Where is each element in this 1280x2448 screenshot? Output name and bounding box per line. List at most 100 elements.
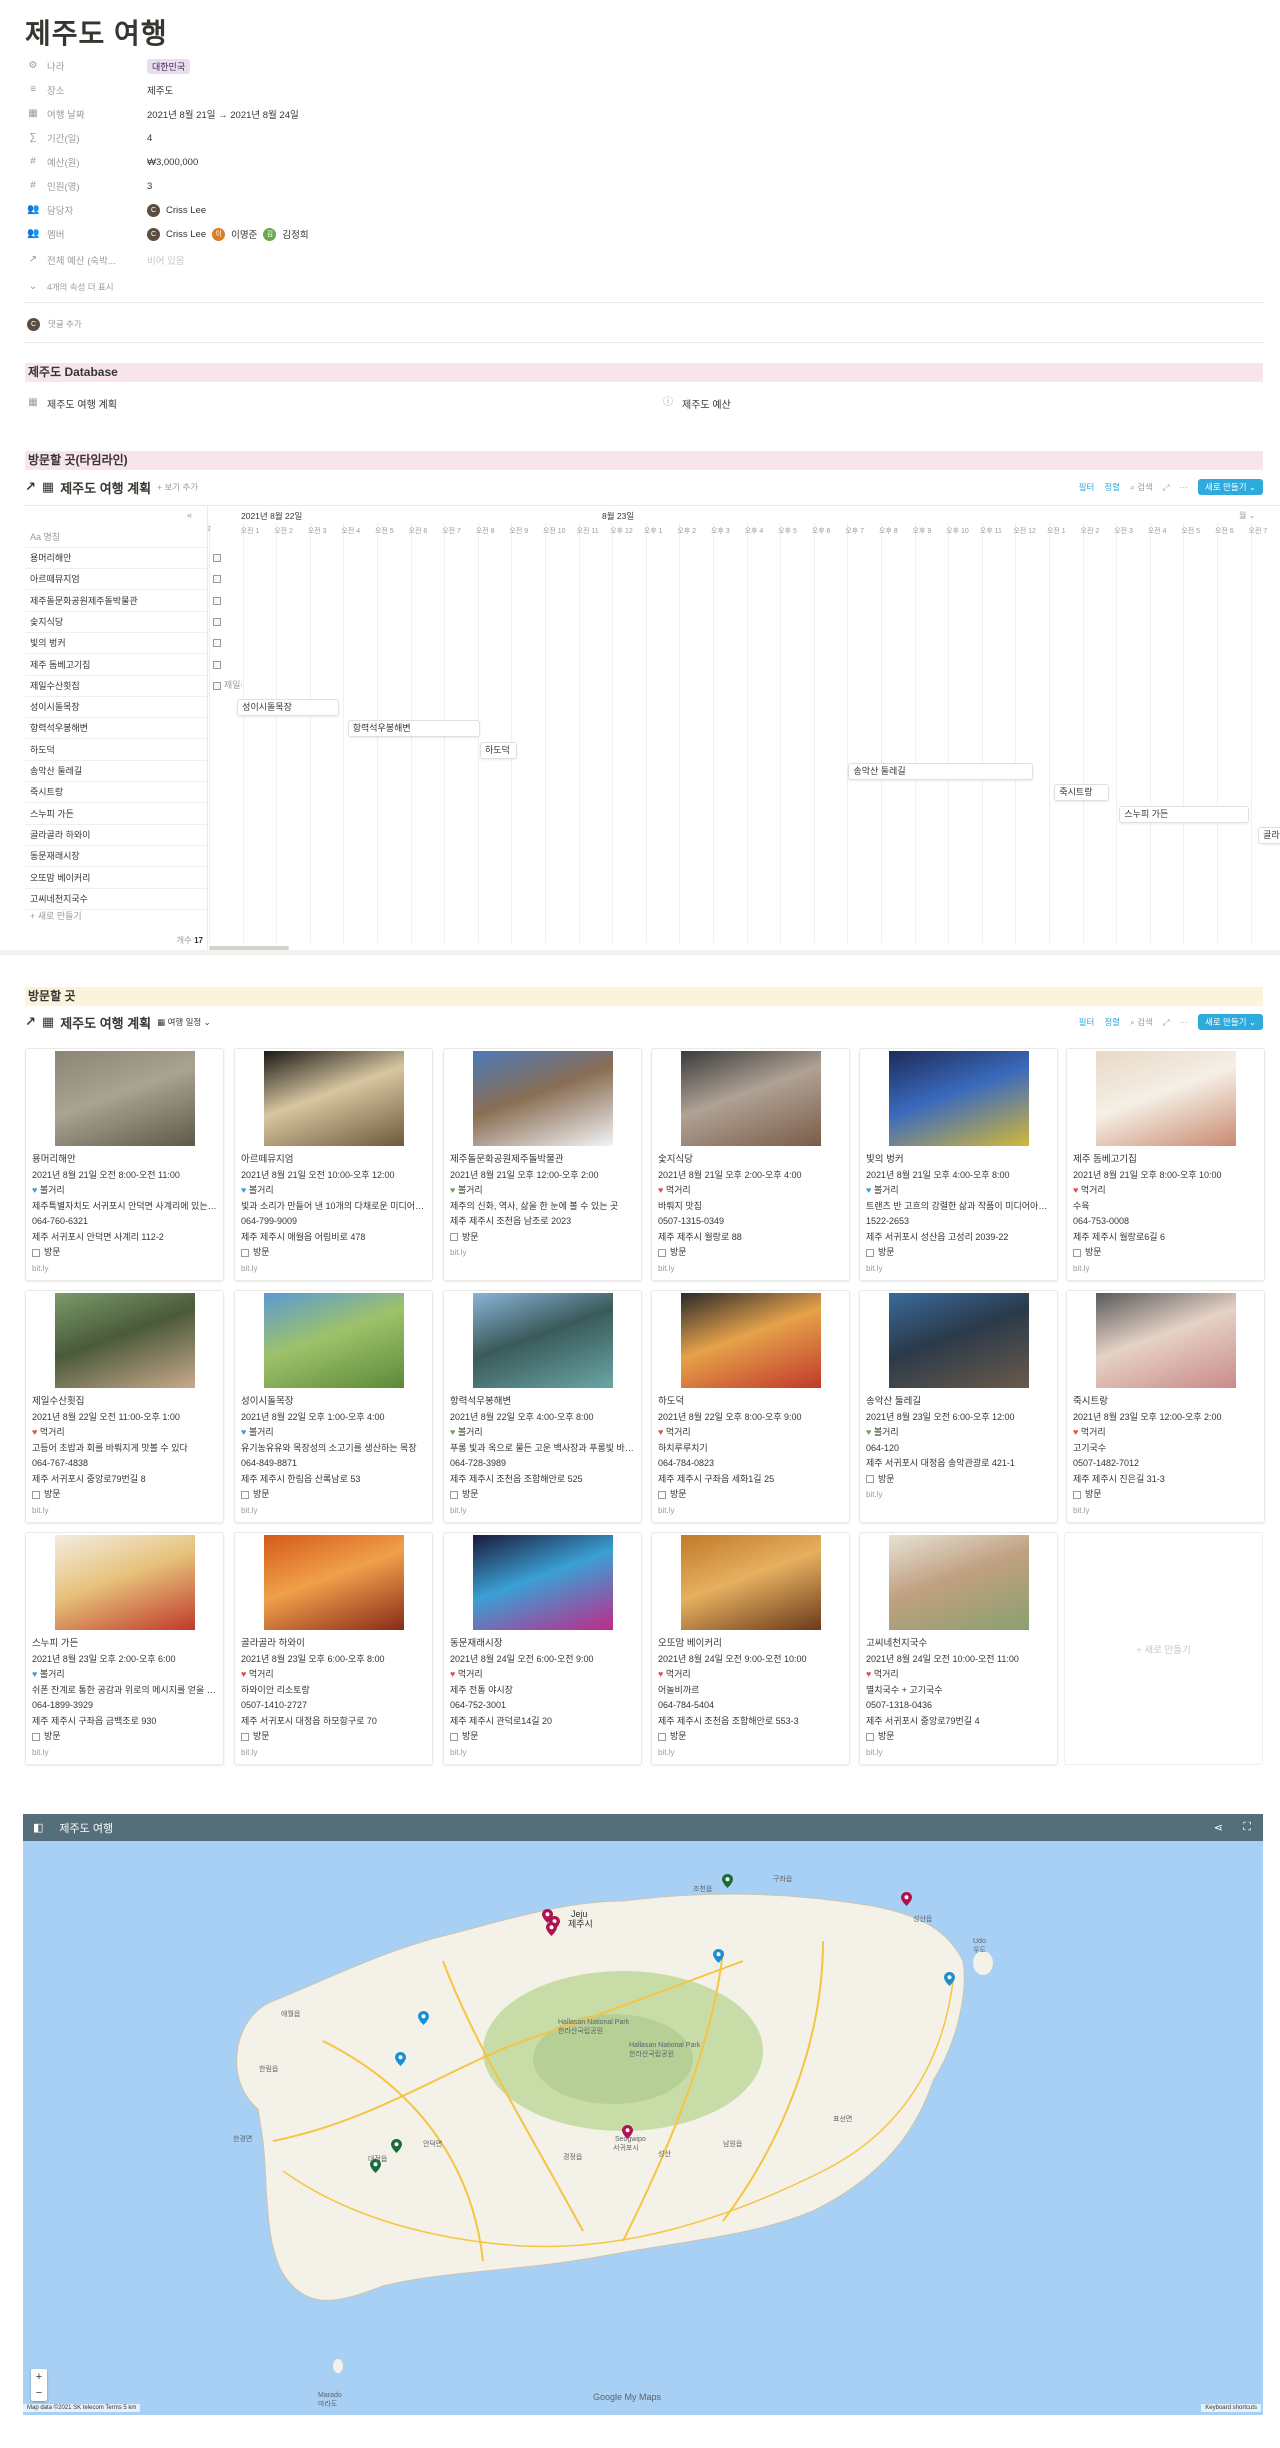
share-icon[interactable]: ⋖	[1214, 1821, 1223, 1834]
card-checkbox[interactable]: 방문	[32, 1487, 217, 1503]
timeline-row[interactable]: 제주 돔베고기집	[25, 655, 208, 676]
sort-button[interactable]: 정렬	[1104, 1016, 1120, 1028]
zoom-controls[interactable]: + −	[31, 2369, 47, 2401]
property-row[interactable]: # 인원(명) 3	[27, 176, 1257, 196]
card-checkbox[interactable]: 방문	[241, 1487, 426, 1503]
google-map-embed[interactable]: ◧ 제주도 여행 ⋖ ⛶ Jeju 제주시 Hallasan National Pa…	[23, 1814, 1263, 2415]
gallery-card[interactable]: 빛의 벙커 2021년 8월 21일 오후 4:00-오후 8:00 ♥ 볼거리 트랜…	[859, 1048, 1058, 1281]
timeline-row[interactable]: 고씨네천지국수	[25, 889, 208, 910]
card-link[interactable]: bit.ly	[450, 1745, 635, 1761]
open-row-icon[interactable]	[213, 639, 221, 648]
map-marker-icon[interactable]	[944, 1972, 955, 1986]
open-row-icon[interactable]	[213, 596, 221, 605]
card-checkbox[interactable]: 방문	[866, 1472, 1051, 1488]
checkbox-icon[interactable]	[241, 1490, 249, 1499]
map-marker-icon[interactable]	[418, 2011, 429, 2025]
card-checkbox[interactable]: 방문	[866, 1245, 1051, 1261]
timeline-bar[interactable]: 하도덕	[479, 741, 517, 759]
property-row[interactable]: ▦ 여행 날짜 2021년 8월 21일 → 2021년 8월 24일	[27, 104, 1257, 124]
card-checkbox[interactable]: 방문	[1073, 1487, 1258, 1503]
open-row-icon[interactable]	[213, 554, 221, 562]
card-checkbox[interactable]: 방문	[450, 1729, 635, 1745]
timeline-bar[interactable]: 스누피 가든	[1119, 805, 1250, 823]
open-row-icon[interactable]	[213, 681, 221, 690]
timeline-row[interactable]: 성이시돌목장	[25, 697, 208, 719]
view-switcher[interactable]: ▦ 여행 일정 ⌄	[157, 1016, 211, 1028]
checkbox-icon[interactable]	[866, 1475, 874, 1484]
db-link-budget[interactable]: ⓘ 제주도 예산	[662, 393, 1162, 413]
checkbox-icon[interactable]	[1073, 1248, 1081, 1257]
property-value[interactable]: C Criss Lee 이 이명준 김 김정희	[147, 227, 309, 241]
card-link[interactable]: bit.ly	[450, 1245, 635, 1261]
card-link[interactable]: bit.ly	[32, 1745, 217, 1761]
show-hidden-properties[interactable]: ⌄ 4개의 속성 더 표시	[27, 277, 1257, 297]
card-checkbox[interactable]: 방문	[32, 1729, 217, 1745]
keyboard-shortcuts[interactable]: Keyboard shortcuts	[1201, 2404, 1261, 2412]
gallery-card[interactable]: 동문재래시장 2021년 8월 24일 오전 6:00-오전 9:00 ♥ 먹거리 제…	[443, 1532, 642, 1765]
gallery-card[interactable]: 하도덕 2021년 8월 22일 오후 8:00-오후 9:00 ♥ 먹거리 하치루루…	[651, 1290, 850, 1523]
card-checkbox[interactable]: 방문	[1073, 1245, 1258, 1261]
card-checkbox[interactable]: 방문	[658, 1245, 843, 1261]
card-checkbox[interactable]: 방문	[658, 1487, 843, 1503]
map-marker-icon[interactable]	[391, 2139, 402, 2153]
property-row[interactable]: ∑ 기간(일) 4	[27, 128, 1257, 148]
card-checkbox[interactable]: 방문	[866, 1729, 1051, 1745]
card-link[interactable]: bit.ly	[866, 1487, 1051, 1503]
card-link[interactable]: bit.ly	[866, 1745, 1051, 1761]
property-row[interactable]: ↗ 전체 예산 (숙박... 비어 있음	[27, 250, 1257, 270]
card-link[interactable]: bit.ly	[32, 1503, 217, 1519]
timeline-bar[interactable]: 성이시돌목장	[237, 699, 340, 717]
card-checkbox[interactable]: 방문	[450, 1487, 635, 1503]
fullscreen-icon[interactable]: ⛶	[1243, 1821, 1251, 1834]
month-button[interactable]: 월 ⌄	[1239, 510, 1255, 521]
card-checkbox[interactable]: 방문	[241, 1245, 426, 1261]
card-link[interactable]: bit.ly	[1073, 1503, 1258, 1519]
timeline-bar[interactable]: 송악산 둘레길	[848, 763, 1033, 780]
zoom-in-button[interactable]: +	[31, 2369, 47, 2385]
checkbox-icon[interactable]	[32, 1248, 40, 1257]
search-button[interactable]: ⌕ 검색	[1130, 481, 1153, 493]
open-row-icon[interactable]	[213, 575, 221, 584]
card-link[interactable]: bit.ly	[658, 1745, 843, 1761]
gallery-card[interactable]: 제주돌문화공원제주돌박물관 2021년 8월 21일 오후 12:00-오후 2:…	[443, 1048, 642, 1281]
timeline-bar[interactable]: 죽시트랑	[1054, 784, 1109, 802]
property-value[interactable]: 4	[147, 133, 152, 144]
card-link[interactable]: bit.ly	[658, 1503, 843, 1519]
zoom-out-button[interactable]: −	[31, 2385, 47, 2401]
checkbox-icon[interactable]	[658, 1490, 666, 1499]
checkbox-icon[interactable]	[450, 1732, 458, 1741]
property-value[interactable]: 3	[147, 181, 152, 192]
map-marker-icon[interactable]	[901, 1892, 912, 1906]
property-value[interactable]: 대한민국	[147, 58, 191, 74]
timeline-row[interactable]: 스누피 가든	[25, 804, 208, 825]
timeline-row[interactable]: 숯지식당	[25, 612, 208, 633]
open-row-icon[interactable]	[213, 660, 221, 669]
card-link[interactable]: bit.ly	[32, 1261, 217, 1277]
property-value[interactable]: C Criss Lee	[147, 203, 206, 217]
gallery-card[interactable]: 제일수산횟집 2021년 8월 22일 오전 11:00-오후 1:00 ♥ 먹거리…	[25, 1290, 224, 1523]
add-card-button[interactable]: + 새로 만들기	[1064, 1532, 1263, 1765]
checkbox-icon[interactable]	[32, 1732, 40, 1741]
property-row[interactable]: ≡ 장소 제주도	[27, 80, 1257, 100]
card-link[interactable]: bit.ly	[450, 1503, 635, 1519]
map-marker-icon[interactable]	[722, 1874, 733, 1888]
sort-button[interactable]: 정렬	[1104, 481, 1120, 493]
gallery-card[interactable]: 숯지식당 2021년 8월 21일 오후 2:00-오후 4:00 ♥ 먹거리 바뤄지…	[651, 1048, 850, 1281]
property-row[interactable]: 👥 멤버 C Criss Lee 이 이명준 김 김정희	[27, 224, 1257, 244]
timeline-row[interactable]: 죽시트랑	[25, 782, 208, 804]
timeline-bar[interactable]: 제일수산횟집	[219, 677, 242, 695]
timeline-row[interactable]: 동문재래시장	[25, 846, 208, 868]
gallery-card[interactable]: 용머리해안 2021년 8월 21일 오전 8:00-오전 11:00 ♥ 볼거리 제…	[25, 1048, 224, 1281]
map-sidebar-icon[interactable]: ◧	[33, 1821, 43, 1834]
checkbox-icon[interactable]	[32, 1490, 40, 1499]
gallery-card[interactable]: 성이시돌목장 2021년 8월 22일 오후 1:00-오후 4:00 ♥ 볼거리 유…	[234, 1290, 433, 1523]
filter-button[interactable]: 필터	[1079, 481, 1095, 493]
property-value[interactable]: 비어 있음	[147, 253, 185, 267]
gallery-card[interactable]: 죽시트랑 2021년 8월 23일 오후 12:00-오후 2:00 ♥ 먹거리 고기…	[1066, 1290, 1265, 1523]
checkbox-icon[interactable]	[241, 1248, 249, 1257]
card-link[interactable]: bit.ly	[241, 1503, 426, 1519]
card-checkbox[interactable]: 방문	[32, 1245, 217, 1261]
card-checkbox[interactable]: 방문	[658, 1729, 843, 1745]
timeline-row[interactable]: 제주돌문화공원제주돌박물관	[25, 591, 208, 612]
new-button[interactable]: 새로 만들기 ⌄	[1198, 479, 1263, 495]
